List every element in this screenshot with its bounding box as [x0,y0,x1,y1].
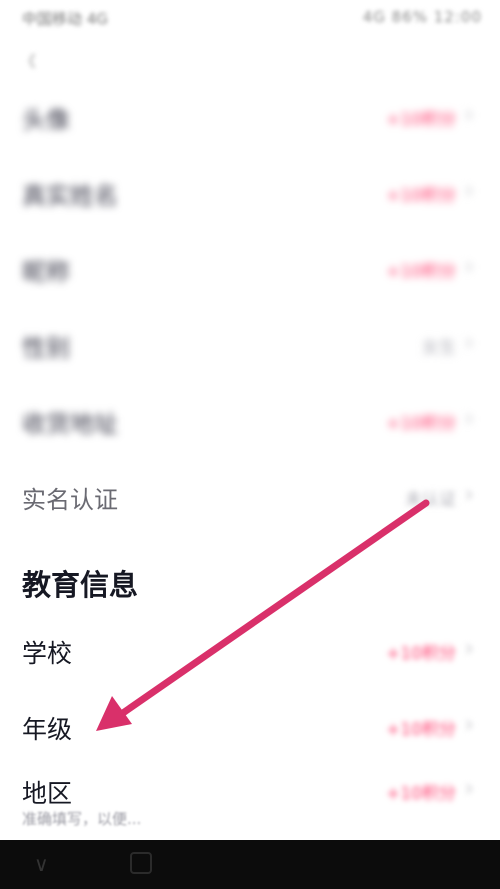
row-value: +10积分 [386,644,456,664]
carrier-text: 中国移动 4G [22,10,108,28]
row-real-name-verification[interactable]: 实名认证 未认证 › [0,466,500,526]
nav-home-icon[interactable] [130,852,152,874]
education-hint: 准确填写，以便... [22,810,142,828]
row-nickname[interactable]: 昵称 +10积分 › [0,238,500,298]
row-avatar[interactable]: 头像 +10积分 › [0,86,500,146]
chevron-right-icon: › [464,100,474,128]
chevron-right-icon: › [464,634,474,662]
chevron-right-icon: › [464,710,474,738]
row-value: +10积分 [386,720,456,740]
row-label: 收货地址 [22,410,118,438]
row-value: 未认证 [405,490,456,510]
row-value: +10积分 [386,262,456,282]
row-label: 昵称 [22,258,70,286]
chevron-right-icon: › [464,480,474,508]
row-value: +10积分 [386,414,456,434]
row-shipping-address[interactable]: 收货地址 +10积分 › [0,390,500,450]
row-school[interactable]: 学校 +10积分 › [0,620,500,680]
row-value: 女生 [422,338,456,358]
status-indicators: 4G 86% 12:00 [362,8,482,26]
chevron-right-icon: › [464,328,474,356]
section-title-education: 教育信息 [22,568,139,602]
row-label: 真实姓名 [22,182,118,210]
row-label: 实名认证 [22,486,118,514]
chevron-right-icon: › [464,774,474,802]
row-value: +10积分 [386,110,456,130]
row-value: +10积分 [386,186,456,206]
row-label: 年级 [22,715,73,744]
row-label: 头像 [22,106,70,134]
row-grade[interactable]: 年级 +10积分 › [0,696,500,756]
row-label: 地区 [22,779,73,808]
chevron-right-icon: › [464,176,474,204]
row-value: +10积分 [386,784,456,804]
chevron-right-icon: › [464,404,474,432]
row-gender[interactable]: 性别 女生 › [0,314,500,374]
row-real-name[interactable]: 真实姓名 +10积分 › [0,162,500,222]
status-bar: 中国移动 4G 4G 86% 12:00 [0,0,500,36]
row-label: 性别 [22,334,70,362]
chevron-right-icon: › [464,252,474,280]
nav-back-icon[interactable]: ∨ [34,852,49,876]
row-label: 学校 [22,639,73,668]
system-nav-bar: ∨ [0,840,500,889]
back-icon[interactable]: 《 [20,48,36,72]
